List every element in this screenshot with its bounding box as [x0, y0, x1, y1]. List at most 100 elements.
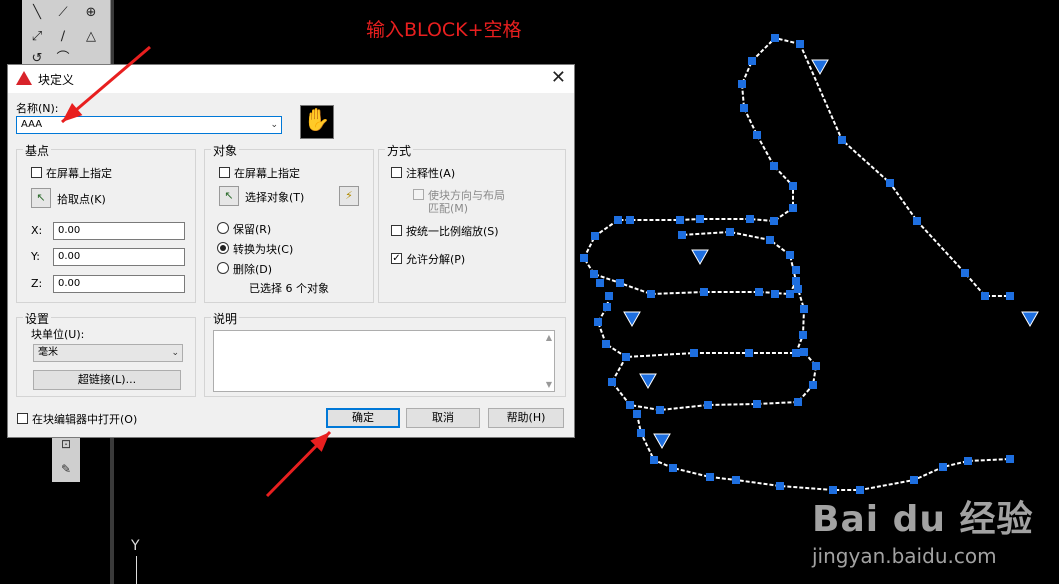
unit-select[interactable]: 毫米 ⌄	[33, 344, 183, 362]
grip-square[interactable]	[794, 285, 802, 293]
grip-square[interactable]	[726, 228, 734, 236]
grip-square[interactable]	[616, 279, 624, 287]
grip-square[interactable]	[789, 204, 797, 212]
grip-triangles[interactable]	[623, 59, 1039, 450]
thumbs-up-polyline[interactable]	[582, 36, 1011, 491]
grip-square[interactable]	[605, 292, 613, 300]
ok-button[interactable]: 确定	[326, 408, 400, 428]
grip-square[interactable]	[748, 57, 756, 65]
grip-square[interactable]	[800, 305, 808, 313]
grip-square[interactable]	[786, 251, 794, 259]
grip-square[interactable]	[603, 303, 611, 311]
grip-square[interactable]	[669, 464, 677, 472]
outline-segment[interactable]	[799, 43, 1010, 297]
spline-icon[interactable]: △	[80, 26, 102, 48]
convert-radio[interactable]	[217, 242, 229, 254]
grip-square[interactable]	[580, 254, 588, 262]
grip-square[interactable]	[637, 429, 645, 437]
outline-segment[interactable]	[596, 288, 806, 359]
grip-square[interactable]	[886, 179, 894, 187]
grip-square[interactable]	[939, 463, 947, 471]
grip-square[interactable]	[770, 217, 778, 225]
grip-square[interactable]	[656, 406, 664, 414]
x-input[interactable]: 0.00	[53, 222, 185, 240]
grip-square[interactable]	[910, 476, 918, 484]
z-input[interactable]: 0.00	[53, 275, 185, 293]
chevron-down-icon[interactable]: ⌄	[270, 117, 278, 133]
grip-points[interactable]	[580, 34, 1014, 494]
grip-square[interactable]	[792, 349, 800, 357]
grip-square[interactable]	[812, 362, 820, 370]
grip-triangle[interactable]	[639, 373, 657, 390]
grip-square[interactable]	[690, 349, 698, 357]
grip-square[interactable]	[678, 231, 686, 239]
grip-square[interactable]	[799, 331, 807, 339]
grip-square[interactable]	[961, 269, 969, 277]
close-icon[interactable]: ✕	[551, 67, 566, 88]
grip-square[interactable]	[770, 162, 778, 170]
polyline-icon[interactable]: ⊕	[80, 2, 102, 24]
grip-square[interactable]	[753, 131, 761, 139]
grip-square[interactable]	[596, 279, 604, 287]
circle-icon[interactable]: ∕	[52, 26, 74, 48]
edit-icon[interactable]: ✎	[55, 458, 77, 480]
grip-square[interactable]	[614, 216, 622, 224]
grip-square[interactable]	[786, 290, 794, 298]
grip-square[interactable]	[792, 277, 800, 285]
grip-square[interactable]	[732, 476, 740, 484]
pick-point-label[interactable]: 拾取点(K)	[57, 191, 106, 207]
outline-segment[interactable]	[636, 413, 1011, 491]
grip-square[interactable]	[746, 215, 754, 223]
dialog-titlebar[interactable]: 块定义 ✕	[8, 65, 574, 93]
grip-square[interactable]	[809, 381, 817, 389]
arc-icon[interactable]: ⟋	[52, 2, 74, 24]
grip-square[interactable]	[981, 292, 989, 300]
grip-square[interactable]	[745, 349, 753, 357]
grip-square[interactable]	[766, 236, 774, 244]
grip-square[interactable]	[700, 288, 708, 296]
grip-square[interactable]	[771, 290, 779, 298]
grip-square[interactable]	[591, 232, 599, 240]
grip-square[interactable]	[633, 410, 641, 418]
mirror-icon[interactable]: ⤢	[26, 26, 48, 48]
grip-square[interactable]	[626, 216, 634, 224]
grip-triangle[interactable]	[811, 59, 829, 76]
grip-square[interactable]	[1006, 292, 1014, 300]
grip-square[interactable]	[602, 340, 610, 348]
grip-square[interactable]	[800, 348, 808, 356]
description-textarea[interactable]: ▲ ▼	[213, 330, 555, 392]
open-in-editor-checkbox[interactable]	[17, 413, 28, 424]
pick-point-icon[interactable]: ↖	[31, 188, 51, 208]
grip-square[interactable]	[696, 215, 704, 223]
grip-square[interactable]	[771, 34, 779, 42]
grip-square[interactable]	[776, 482, 784, 490]
select-objects-icon[interactable]: ↖	[219, 186, 239, 206]
grip-square[interactable]	[794, 398, 802, 406]
grip-square[interactable]	[738, 80, 746, 88]
y-input[interactable]: 0.00	[53, 248, 185, 266]
help-button[interactable]: 帮助(H)	[488, 408, 564, 428]
grip-triangle[interactable]	[623, 311, 641, 328]
grip-square[interactable]	[650, 456, 658, 464]
outline-segment[interactable]	[610, 351, 818, 412]
grip-square[interactable]	[704, 401, 712, 409]
grip-square[interactable]	[676, 216, 684, 224]
grip-square[interactable]	[622, 353, 630, 361]
grip-square[interactable]	[626, 401, 634, 409]
match-orientation-checkbox[interactable]	[413, 189, 424, 200]
quick-select-icon[interactable]: ⚡	[339, 186, 359, 206]
grip-square[interactable]	[964, 457, 972, 465]
grip-square[interactable]	[608, 378, 616, 386]
grip-square[interactable]	[647, 290, 655, 298]
grip-square[interactable]	[755, 288, 763, 296]
grip-square[interactable]	[792, 266, 800, 274]
objects-onscreen-checkbox[interactable]	[219, 167, 230, 178]
grip-triangle[interactable]	[653, 433, 671, 450]
annotative-checkbox[interactable]	[391, 167, 402, 178]
scroll-up-icon[interactable]: ▲	[546, 333, 552, 342]
grip-square[interactable]	[838, 136, 846, 144]
line-icon[interactable]: ╲	[26, 2, 48, 24]
grip-square[interactable]	[913, 217, 921, 225]
base-onscreen-checkbox[interactable]	[31, 167, 42, 178]
outline-segment[interactable]	[582, 36, 801, 296]
